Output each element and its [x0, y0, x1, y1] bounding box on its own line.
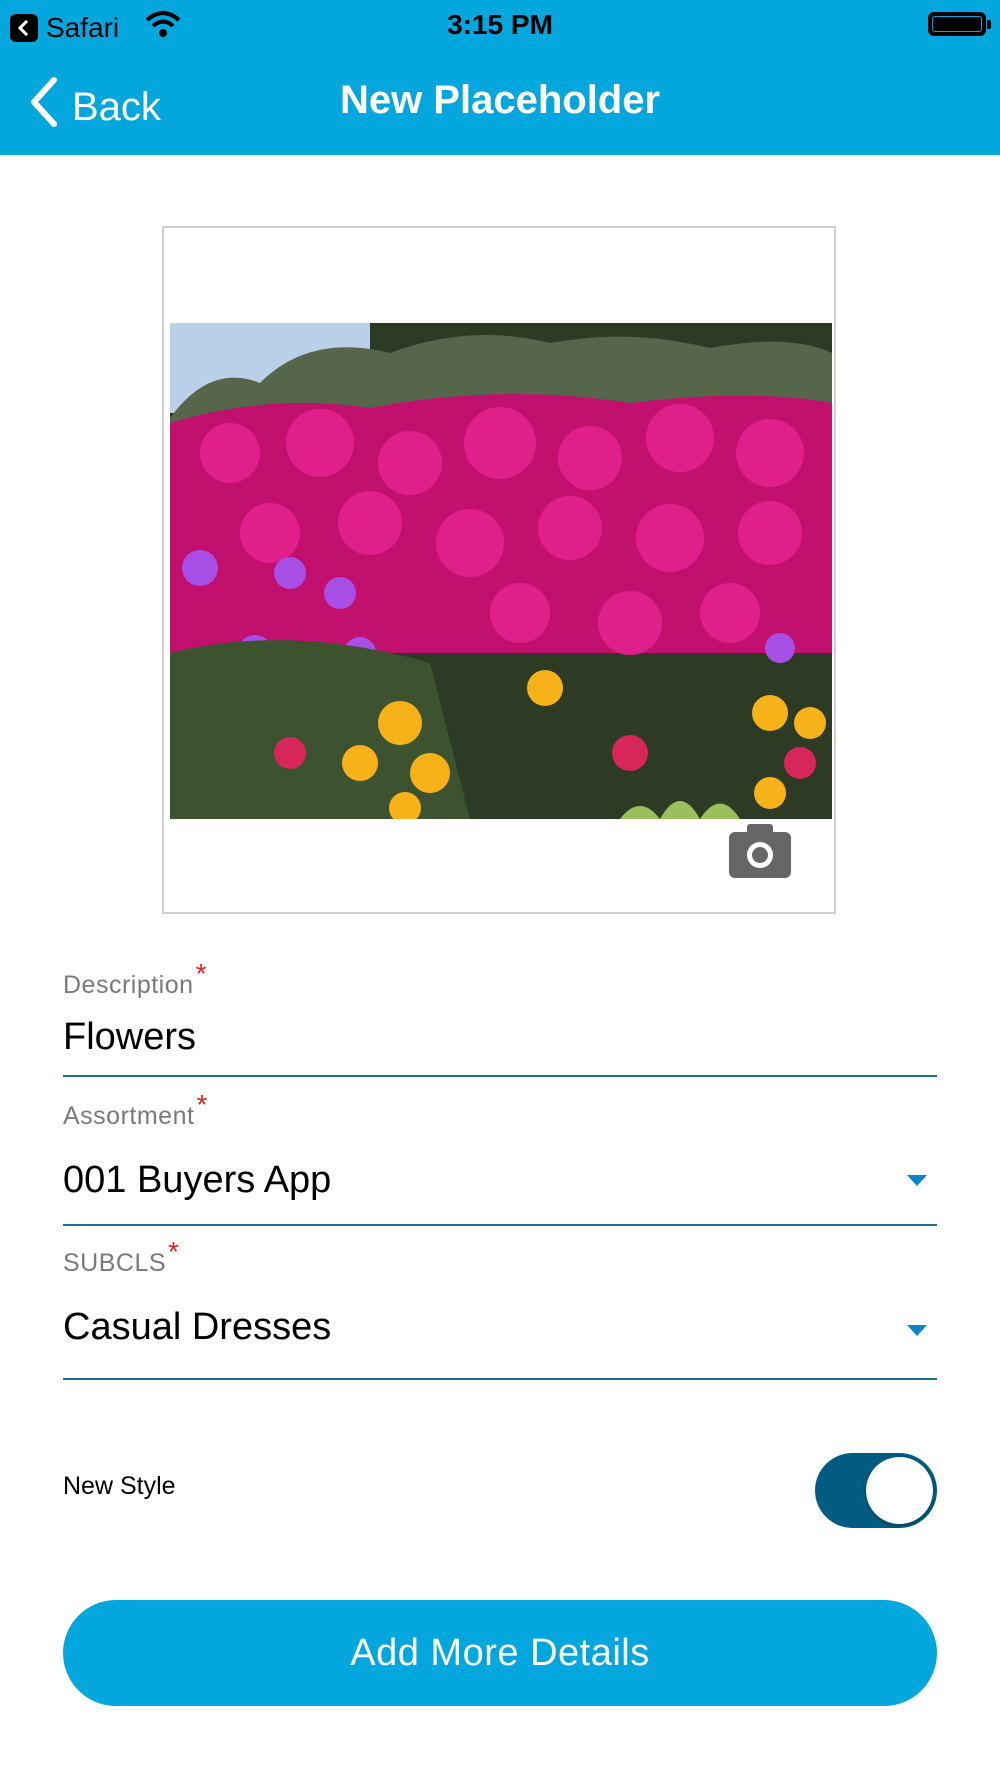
- assortment-label: Assortment: [63, 1102, 195, 1130]
- chevron-down-icon[interactable]: [907, 1175, 927, 1186]
- navigation-bar: Back New Placeholder: [0, 50, 1000, 155]
- photo-card[interactable]: [162, 226, 836, 914]
- new-style-row: New Style: [63, 1450, 937, 1528]
- new-style-toggle[interactable]: [815, 1453, 937, 1528]
- assortment-value: 001 Buyers App: [63, 1159, 332, 1201]
- required-mark: *: [196, 1089, 208, 1120]
- new-style-label: New Style: [63, 1472, 176, 1500]
- header-bar: Safari 3:15 PM Back New Placeholder: [0, 0, 1000, 155]
- subcls-value: Casual Dresses: [63, 1306, 332, 1348]
- description-value[interactable]: Flowers: [63, 1016, 196, 1059]
- placeholder-photo: [170, 323, 832, 819]
- battery-icon: [928, 12, 991, 36]
- description-label: Description: [63, 971, 194, 999]
- status-time: 3:15 PM: [447, 9, 553, 40]
- description-underline: [63, 1075, 937, 1077]
- subcls-select[interactable]: SUBCLS* Casual Dresses: [63, 1236, 937, 1380]
- subcls-label: SUBCLS: [63, 1249, 167, 1277]
- subcls-underline: [63, 1378, 937, 1380]
- required-mark: *: [168, 1236, 179, 1267]
- page-title: New Placeholder: [339, 78, 661, 122]
- chevron-down-icon[interactable]: [907, 1325, 927, 1336]
- toggle-knob: [866, 1457, 933, 1524]
- add-more-details-button[interactable]: Add More Details: [63, 1600, 937, 1706]
- camera-icon[interactable]: [729, 824, 791, 878]
- assortment-select[interactable]: Assortment* 001 Buyers App: [63, 1089, 937, 1227]
- required-mark: *: [195, 958, 207, 989]
- description-field[interactable]: Description* Flowers: [63, 958, 937, 1078]
- assortment-underline: [63, 1224, 937, 1226]
- status-bar: Safari 3:15 PM: [0, 0, 1000, 50]
